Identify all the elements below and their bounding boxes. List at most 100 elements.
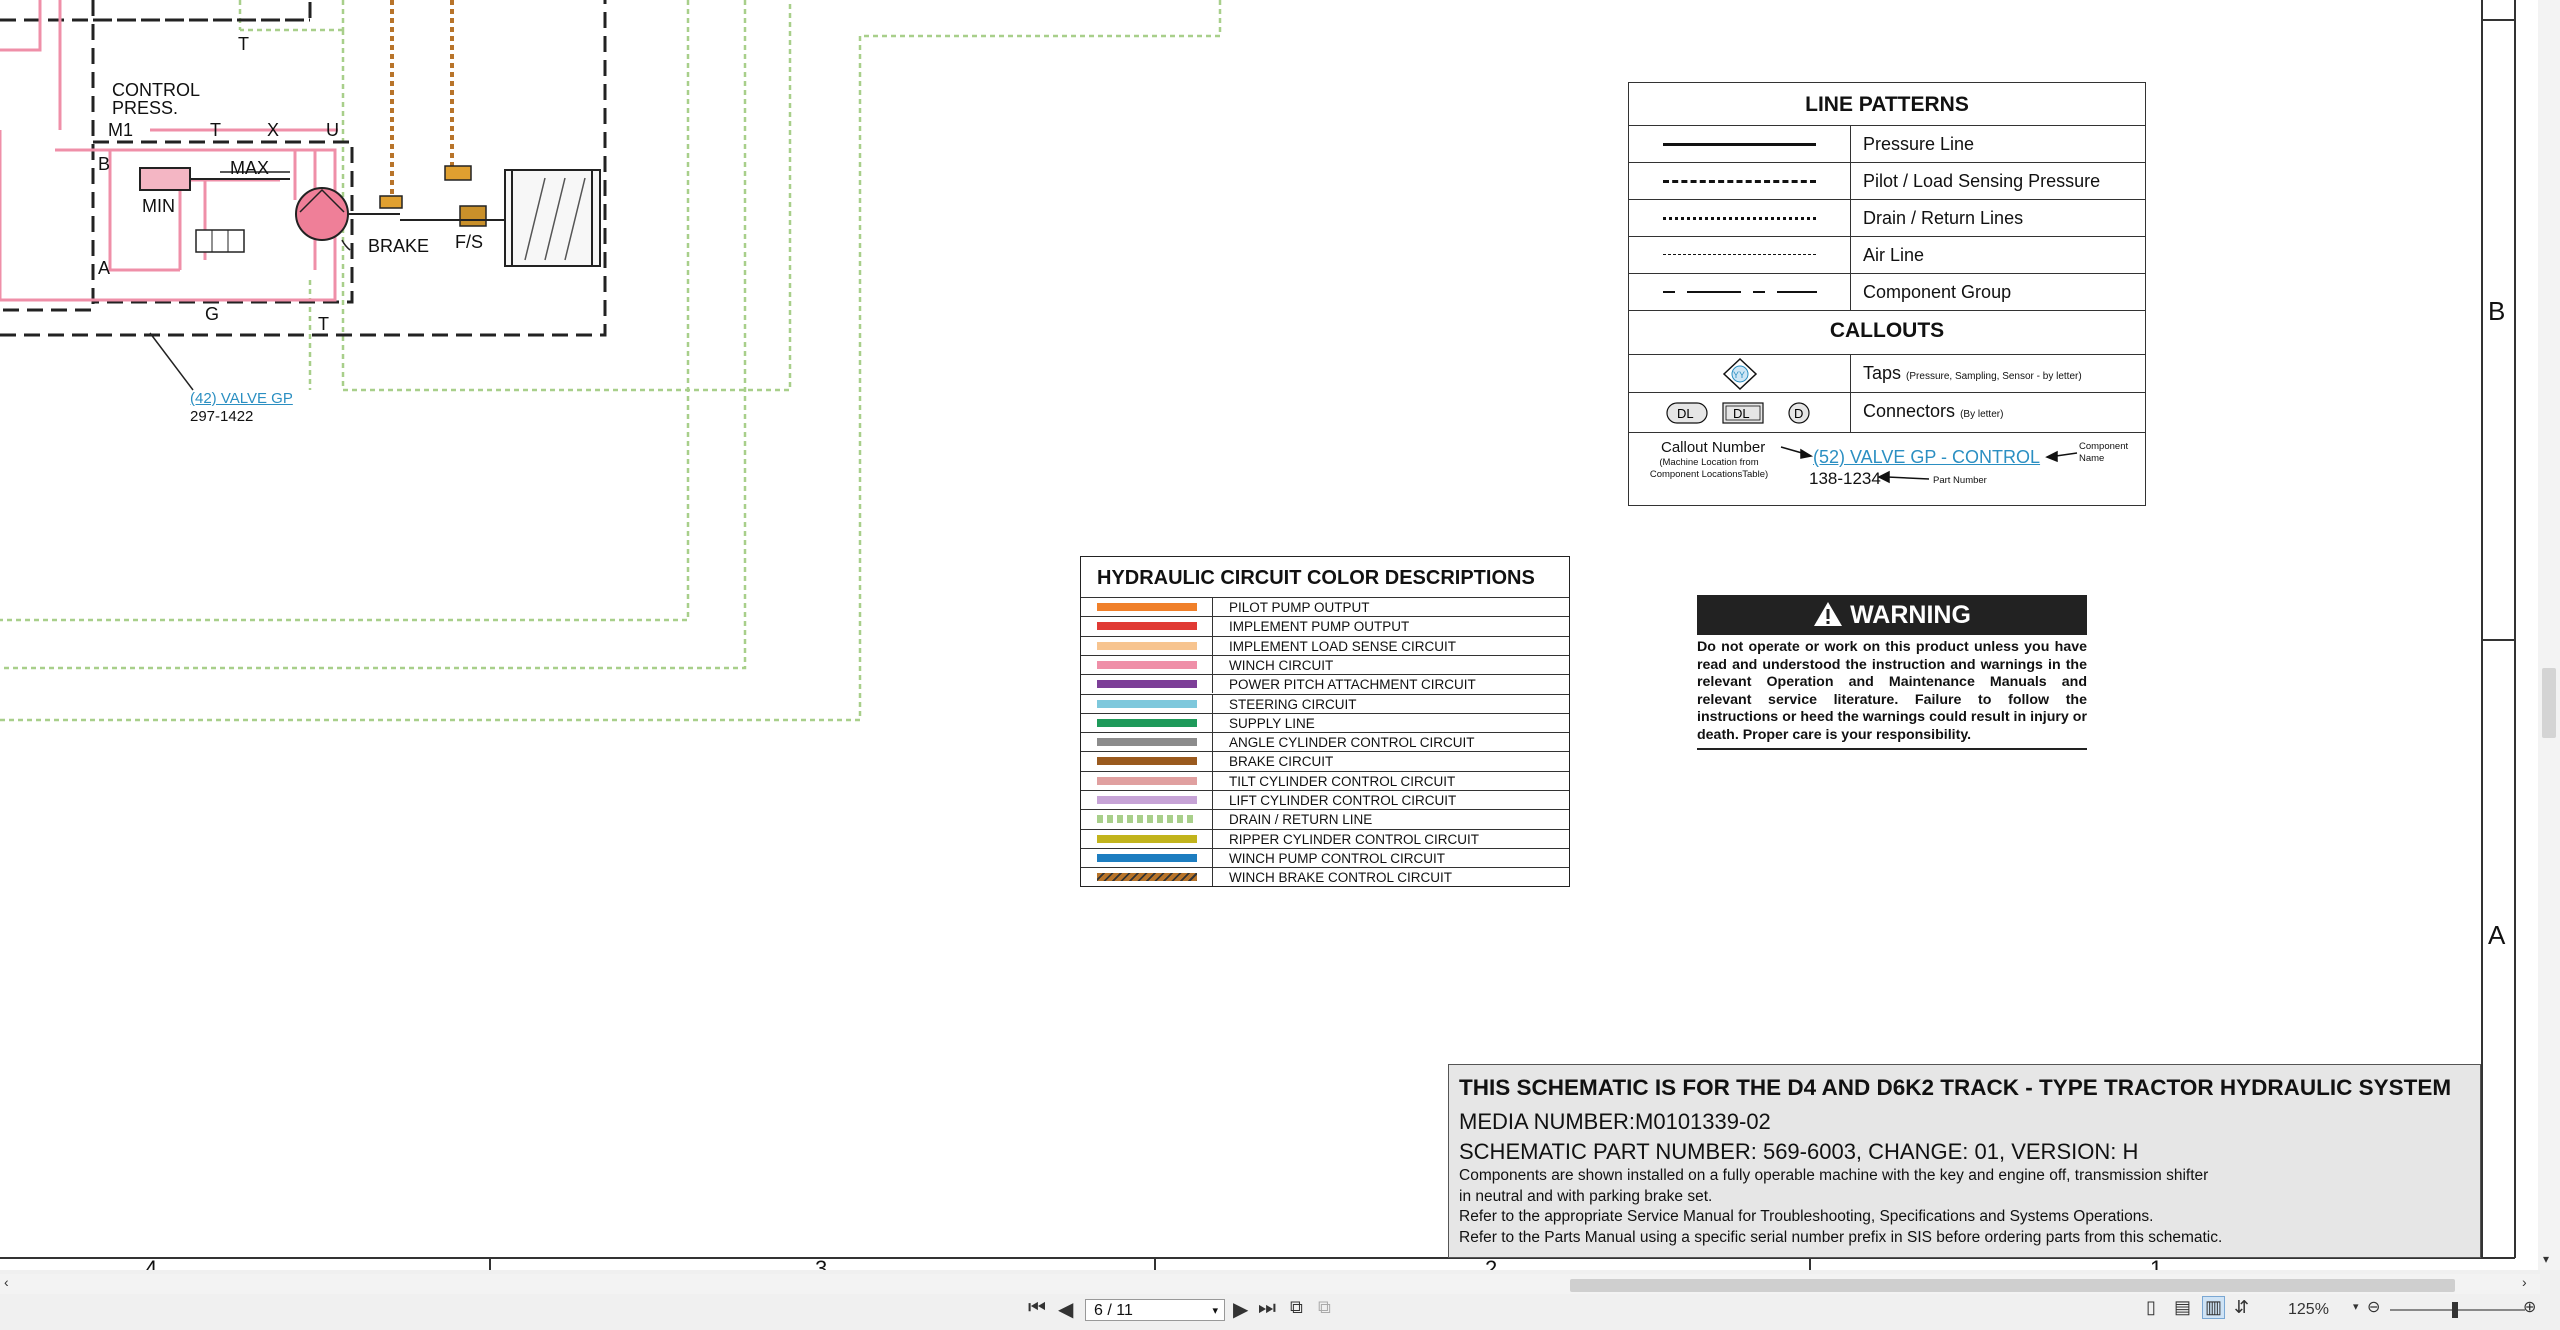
scroll-right-arrow-icon[interactable]: › xyxy=(2522,1274,2527,1290)
valve-gp-callout-link[interactable]: (42) VALVE GP xyxy=(190,390,293,407)
color-swatch xyxy=(1097,873,1197,882)
color-swatch-cell xyxy=(1081,655,1213,675)
color-swatch-cell xyxy=(1081,675,1213,694)
scroll-left-arrow-icon[interactable]: ‹ xyxy=(4,1274,9,1290)
color-swatch-cell xyxy=(1081,694,1213,713)
vertical-scroll-thumb[interactable] xyxy=(2542,668,2556,738)
air-line-swatch xyxy=(1663,254,1816,255)
two-page-view-icon[interactable]: ▥ xyxy=(2202,1296,2226,1319)
color-description-label: WINCH CIRCUIT xyxy=(1229,657,1334,673)
fit-page-icon[interactable]: ⧉ xyxy=(1290,1297,1303,1318)
label-m1: M1 xyxy=(108,120,133,140)
valve-gp-part-number: 297-1422 xyxy=(190,408,254,425)
zone-letter-b: B xyxy=(2488,296,2506,326)
color-description-label: RIPPER CYLINDER CONTROL CIRCUIT xyxy=(1229,831,1480,847)
color-description-label: WINCH PUMP CONTROL CIRCUIT xyxy=(1229,850,1445,866)
scroll-mode-icon[interactable]: ⇵ xyxy=(2234,1297,2249,1318)
zoom-slider-handle[interactable] xyxy=(2452,1302,2458,1318)
line-patterns-legend: LINE PATTERNS Pressure Line Pilot / Load… xyxy=(1628,82,2146,506)
line-pattern-label: Component Group xyxy=(1863,282,2012,302)
svg-text:YY: YY xyxy=(1733,370,1745,380)
callout-row-taps: YY Taps (Pressure, Sampling, Sensor - by… xyxy=(1629,354,2145,392)
color-swatch xyxy=(1097,776,1197,785)
color-swatch xyxy=(1097,718,1197,727)
color-description-row: ANGLE CYLINDER CONTROL CIRCUIT xyxy=(1081,732,1569,752)
color-descriptions-table: HYDRAULIC CIRCUIT COLOR DESCRIPTIONS PIL… xyxy=(1080,556,1570,887)
color-swatch-cell xyxy=(1081,617,1213,636)
svg-text:DL: DL xyxy=(1677,406,1694,421)
single-page-view-icon[interactable]: ▯ xyxy=(2146,1297,2156,1318)
color-swatch-cell xyxy=(1081,791,1213,810)
previous-page-icon[interactable]: ◀ xyxy=(1058,1297,1073,1322)
color-description-row: TILT CYLINDER CONTROL CIRCUIT xyxy=(1081,770,1569,790)
title-block-notes: Components are shown installed on a full… xyxy=(1459,1166,2222,1248)
note-line: Refer to the Parts Manual using a specif… xyxy=(1459,1228,2223,1246)
fit-width-icon[interactable]: ⧉ xyxy=(1318,1297,1331,1318)
vertical-scrollbar[interactable] xyxy=(2538,0,2560,1270)
color-swatch-cell xyxy=(1081,733,1213,752)
horizontal-scroll-thumb[interactable] xyxy=(1570,1279,2455,1292)
color-description-row: DRAIN / RETURN LINE xyxy=(1081,809,1569,829)
line-patterns-title: LINE PATTERNS xyxy=(1805,93,1969,116)
component-group-outlines xyxy=(0,0,607,337)
color-swatch xyxy=(1097,738,1197,747)
connector-symbols: DL DL D xyxy=(1666,402,1810,424)
label-fs: F/S xyxy=(455,232,483,252)
next-page-icon[interactable]: ▶ xyxy=(1233,1297,1248,1322)
line-pattern-row-component-group: Component Group xyxy=(1629,273,2145,310)
taps-label: Taps (Pressure, Sampling, Sensor - by le… xyxy=(1863,363,2082,383)
tap-diamond-icon: YY xyxy=(1722,357,1758,391)
color-description-label: WINCH BRAKE CONTROL CIRCUIT xyxy=(1229,870,1453,886)
zone-letter-a: A xyxy=(2488,920,2506,950)
warning-triangle-icon xyxy=(1814,602,1843,626)
callouts-title: CALLOUTS xyxy=(1829,319,1945,342)
label-t2: T xyxy=(210,120,221,140)
page-dropdown-icon[interactable]: ▾ xyxy=(1212,1300,1218,1322)
color-description-row: WINCH BRAKE CONTROL CIRCUIT xyxy=(1081,867,1569,887)
color-description-label: PILOT PUMP OUTPUT xyxy=(1229,600,1370,615)
callout-arrows xyxy=(1780,446,2078,484)
color-description-row: SUPPLY LINE xyxy=(1081,712,1569,733)
color-description-label: BRAKE CIRCUIT xyxy=(1229,754,1334,770)
scroll-down-arrow-icon[interactable]: ▾ xyxy=(2543,1252,2549,1266)
connectors-label: Connectors (By letter) xyxy=(1863,401,2004,421)
label-min: MIN xyxy=(142,196,175,216)
label-t-bottom: T xyxy=(318,314,329,334)
line-pattern-row-pressure: Pressure Line xyxy=(1629,125,2145,162)
callout-row-connectors: DL DL D Connectors (By letter) xyxy=(1629,392,2145,432)
line-pattern-label: Pressure Line xyxy=(1863,134,1975,154)
label-x: X xyxy=(267,120,279,140)
color-swatch xyxy=(1097,641,1197,650)
label-control-press-2: PRESS. xyxy=(112,98,178,118)
winch-drum-symbol xyxy=(504,169,601,267)
example-callout-link[interactable]: (52) VALVE GP - CONTROL xyxy=(1813,447,2040,468)
color-swatch-cell xyxy=(1081,598,1213,617)
label-max: MAX xyxy=(230,158,269,178)
zoom-in-icon[interactable]: ⊕ xyxy=(2523,1297,2536,1317)
color-description-row: PILOT PUMP OUTPUT xyxy=(1081,597,1569,617)
warning-box: WARNING Do not operate or work on this p… xyxy=(1697,595,2087,750)
zoom-level[interactable]: 125% xyxy=(2288,1301,2329,1319)
line-pattern-row-pilot: Pilot / Load Sensing Pressure xyxy=(1629,162,2145,199)
color-description-row: RIPPER CYLINDER CONTROL CIRCUIT xyxy=(1081,828,1569,848)
last-page-icon[interactable]: ⏭ xyxy=(1258,1297,1276,1320)
component-name-label: Component Name xyxy=(2079,441,2129,464)
color-description-row: WINCH PUMP CONTROL CIRCUIT xyxy=(1081,847,1569,868)
color-swatch xyxy=(1097,622,1197,631)
color-description-label: IMPLEMENT PUMP OUTPUT xyxy=(1229,619,1410,635)
color-swatch xyxy=(1097,680,1197,689)
svg-text:DL: DL xyxy=(1733,406,1750,421)
color-description-label: DRAIN / RETURN LINE xyxy=(1229,812,1373,828)
valve-leader-line xyxy=(149,332,194,391)
color-swatch xyxy=(1097,796,1197,804)
line-pattern-label: Drain / Return Lines xyxy=(1863,208,2024,228)
continuous-view-icon[interactable]: ▤ xyxy=(2174,1297,2191,1318)
color-description-row: LIFT CYLINDER CONTROL CIRCUIT xyxy=(1081,790,1569,810)
zoom-out-icon[interactable]: ⊖ xyxy=(2367,1297,2380,1317)
warning-header: WARNING xyxy=(1697,595,2087,635)
zoom-dropdown-icon[interactable]: ▾ xyxy=(2353,1300,2359,1313)
page-number-input[interactable]: 6 / 11 ▾ xyxy=(1085,1299,1225,1321)
first-page-icon[interactable]: ⏮ xyxy=(1028,1297,1046,1320)
label-brake: BRAKE xyxy=(368,236,429,256)
color-swatch-cell xyxy=(1081,810,1213,829)
